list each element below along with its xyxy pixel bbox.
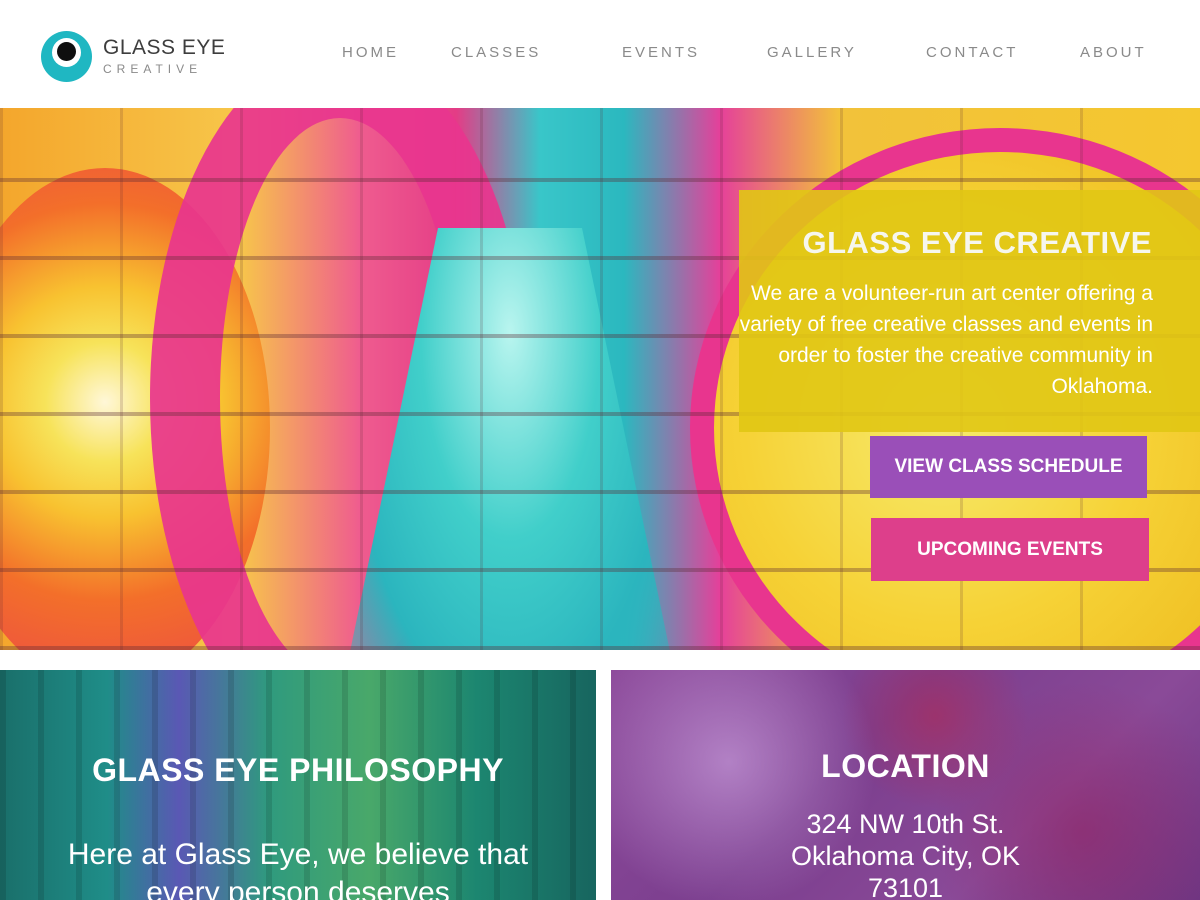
location-title: LOCATION (821, 748, 990, 784)
eye-logo-icon (41, 31, 92, 82)
logo-subtitle: CREATIVE (103, 61, 203, 76)
philosophy-title: GLASS EYE PHILOSOPHY (92, 752, 504, 788)
nav-gallery[interactable]: GALLERY (767, 44, 857, 61)
view-class-schedule-button[interactable]: VIEW CLASS SCHEDULE (870, 436, 1147, 498)
location-panel: LOCATION 324 NW 10th St. Oklahoma City, … (611, 670, 1200, 900)
nav-contact[interactable]: CONTACT (926, 44, 1018, 61)
nav-events[interactable]: EVENTS (622, 44, 700, 61)
philosophy-text: Here at Glass Eye, we believe that every… (67, 838, 529, 900)
hero-title: GLASS EYE CREATIVE (802, 225, 1152, 260)
location-address: 324 NW 10th St. Oklahoma City, OK 73101 (790, 809, 1021, 900)
nav-classes[interactable]: CLASSES (451, 44, 541, 61)
site-header: GLASS EYE CREATIVE HOME CLASSES EVENTS G… (0, 0, 1200, 108)
nav-home[interactable]: HOME (342, 44, 399, 61)
philosophy-panel: GLASS EYE PHILOSOPHY Here at Glass Eye, … (0, 670, 596, 900)
logo-name: GLASS EYE (103, 35, 226, 59)
upcoming-events-button[interactable]: UPCOMING EVENTS (871, 518, 1149, 581)
nav-about[interactable]: ABOUT (1080, 44, 1147, 61)
logo-text: GLASS EYE CREATIVE (103, 35, 226, 77)
hero-description: We are a volunteer-run art center offeri… (739, 282, 1153, 398)
hero-banner: GLASS EYE CREATIVE We are a volunteer-ru… (0, 108, 1200, 650)
logo[interactable]: GLASS EYE CREATIVE (41, 31, 225, 82)
